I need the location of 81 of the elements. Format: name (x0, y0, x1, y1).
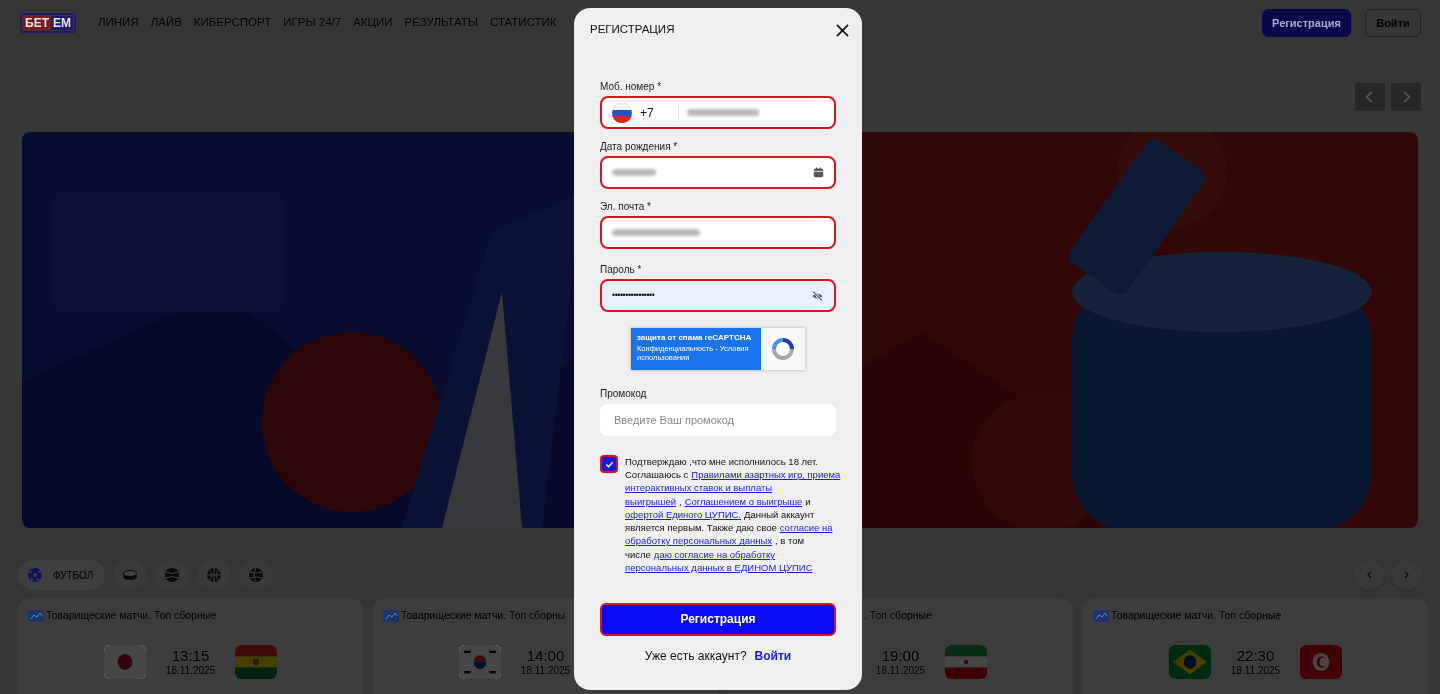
previous-button[interactable] (1354, 560, 1384, 590)
consent-text: и (805, 495, 811, 508)
league-name: Товарищеские матчи. Топ сборные (46, 608, 217, 624)
league-icon (28, 610, 44, 622)
basketball-icon (206, 567, 223, 583)
flag-icon (103, 645, 146, 679)
consent-link[interactable]: офертой Единого ЦУПИС. (625, 508, 742, 521)
email-field[interactable] (600, 216, 836, 249)
flag-icon (1300, 645, 1343, 679)
dialog-title: РЕГИСТРАЦИЯ (590, 22, 675, 38)
field-label: Эл. почта * (600, 200, 652, 214)
league-name: . Топ сборные (864, 608, 932, 624)
consent-text: , в том (775, 535, 805, 548)
league-icon (1093, 610, 1109, 622)
next-button[interactable] (1392, 560, 1422, 590)
league-name: Товарищеские матчи. Топ сборны (401, 608, 566, 624)
check-icon (604, 459, 614, 469)
field-label: Моб. номер * (600, 80, 663, 94)
close-button[interactable] (835, 23, 849, 37)
next-button[interactable] (1391, 83, 1421, 111)
consent-link[interactable]: даю согласие на обработку (653, 548, 775, 561)
match-time: 13:15 (171, 647, 210, 665)
volleyball-icon (248, 567, 265, 583)
flag-icon (235, 645, 278, 679)
captcha-title: защита от спама reCAPTCHA (637, 333, 753, 343)
match-time: 19:00 (881, 647, 920, 665)
league-icon (383, 610, 399, 622)
consent-link[interactable]: интерактивных ставок и выплаты (625, 482, 773, 495)
chevron-right-icon (1401, 91, 1411, 103)
consent-text: Подтверждаю ,что мне исполнилось 18 лет. (625, 455, 818, 468)
phone-prefix: +7 (640, 104, 655, 122)
checkbox[interactable] (600, 455, 618, 473)
close-icon (835, 23, 849, 37)
flag-icon (612, 102, 632, 123)
consent-link[interactable]: выигрышей (625, 495, 676, 508)
consent-link[interactable]: обработку персональных данных (625, 535, 773, 548)
match-time: 22:30 (1236, 647, 1275, 665)
logo[interactable]: БЕТ ЕМ (20, 13, 76, 33)
recaptcha-logo-icon (769, 335, 797, 363)
eye-slash-icon[interactable] (811, 289, 824, 302)
register-button[interactable]: Регистрация (600, 602, 836, 636)
field-label: Дата рождения * (600, 140, 679, 154)
consent-text: числе (625, 548, 651, 561)
consent-text: Соглашаюсь с (625, 468, 689, 481)
match-time: 14:00 (526, 647, 565, 665)
header-button[interactable]: Регистрация (1262, 9, 1351, 37)
field-label: Пароль * (600, 263, 643, 277)
league-name: Товарищеские матчи. Топ сборные (1111, 608, 1282, 624)
password-value: •••••••••••••••• (612, 288, 655, 302)
chevron-right-icon (1404, 571, 1410, 579)
flag-icon (945, 645, 988, 679)
sport-tab[interactable] (113, 560, 148, 590)
chevron-left-icon (1365, 91, 1375, 103)
consent-text: , (679, 495, 682, 508)
calendar-icon[interactable] (813, 167, 824, 178)
password-field[interactable]: •••••••••••••••• (600, 279, 836, 312)
field-label: Промокод (600, 387, 648, 401)
previous-button[interactable] (1355, 83, 1385, 111)
sport-tab[interactable] (197, 560, 232, 590)
match-date: 18.11.2025 (1230, 665, 1281, 677)
consent-link[interactable]: Правилами азартных игр, приема (691, 468, 841, 481)
match-date: 18.11.2025 (165, 665, 216, 677)
consent-text: является первым. Также даю свое (625, 522, 777, 535)
sport-tab[interactable] (239, 560, 274, 590)
chevron-left-icon (1366, 571, 1372, 579)
sport-tab[interactable] (155, 560, 190, 590)
phone-field[interactable]: +7 (600, 96, 836, 129)
consent-text: Данный аккаунт (744, 508, 815, 521)
tennis-ball-icon (164, 567, 181, 583)
flag-icon (458, 645, 501, 679)
match-date: 18.11.2025 (520, 665, 571, 677)
consent-link[interactable]: персональных данных в ЕДИНОМ ЦУПИС (625, 562, 813, 574)
promo-code-field[interactable]: Введите Ваш промокод (600, 404, 836, 436)
login-link[interactable]: Войти (754, 646, 792, 665)
consent-link[interactable]: Соглашением о выигрыше (684, 495, 803, 508)
match-date: 18.11.2025 (875, 665, 926, 677)
flag-icon (1168, 645, 1211, 679)
consent-link[interactable]: согласие на (779, 522, 833, 535)
soccer-ball-icon (27, 567, 43, 583)
date-field[interactable] (600, 156, 836, 189)
hockey-puck-icon (122, 567, 139, 583)
